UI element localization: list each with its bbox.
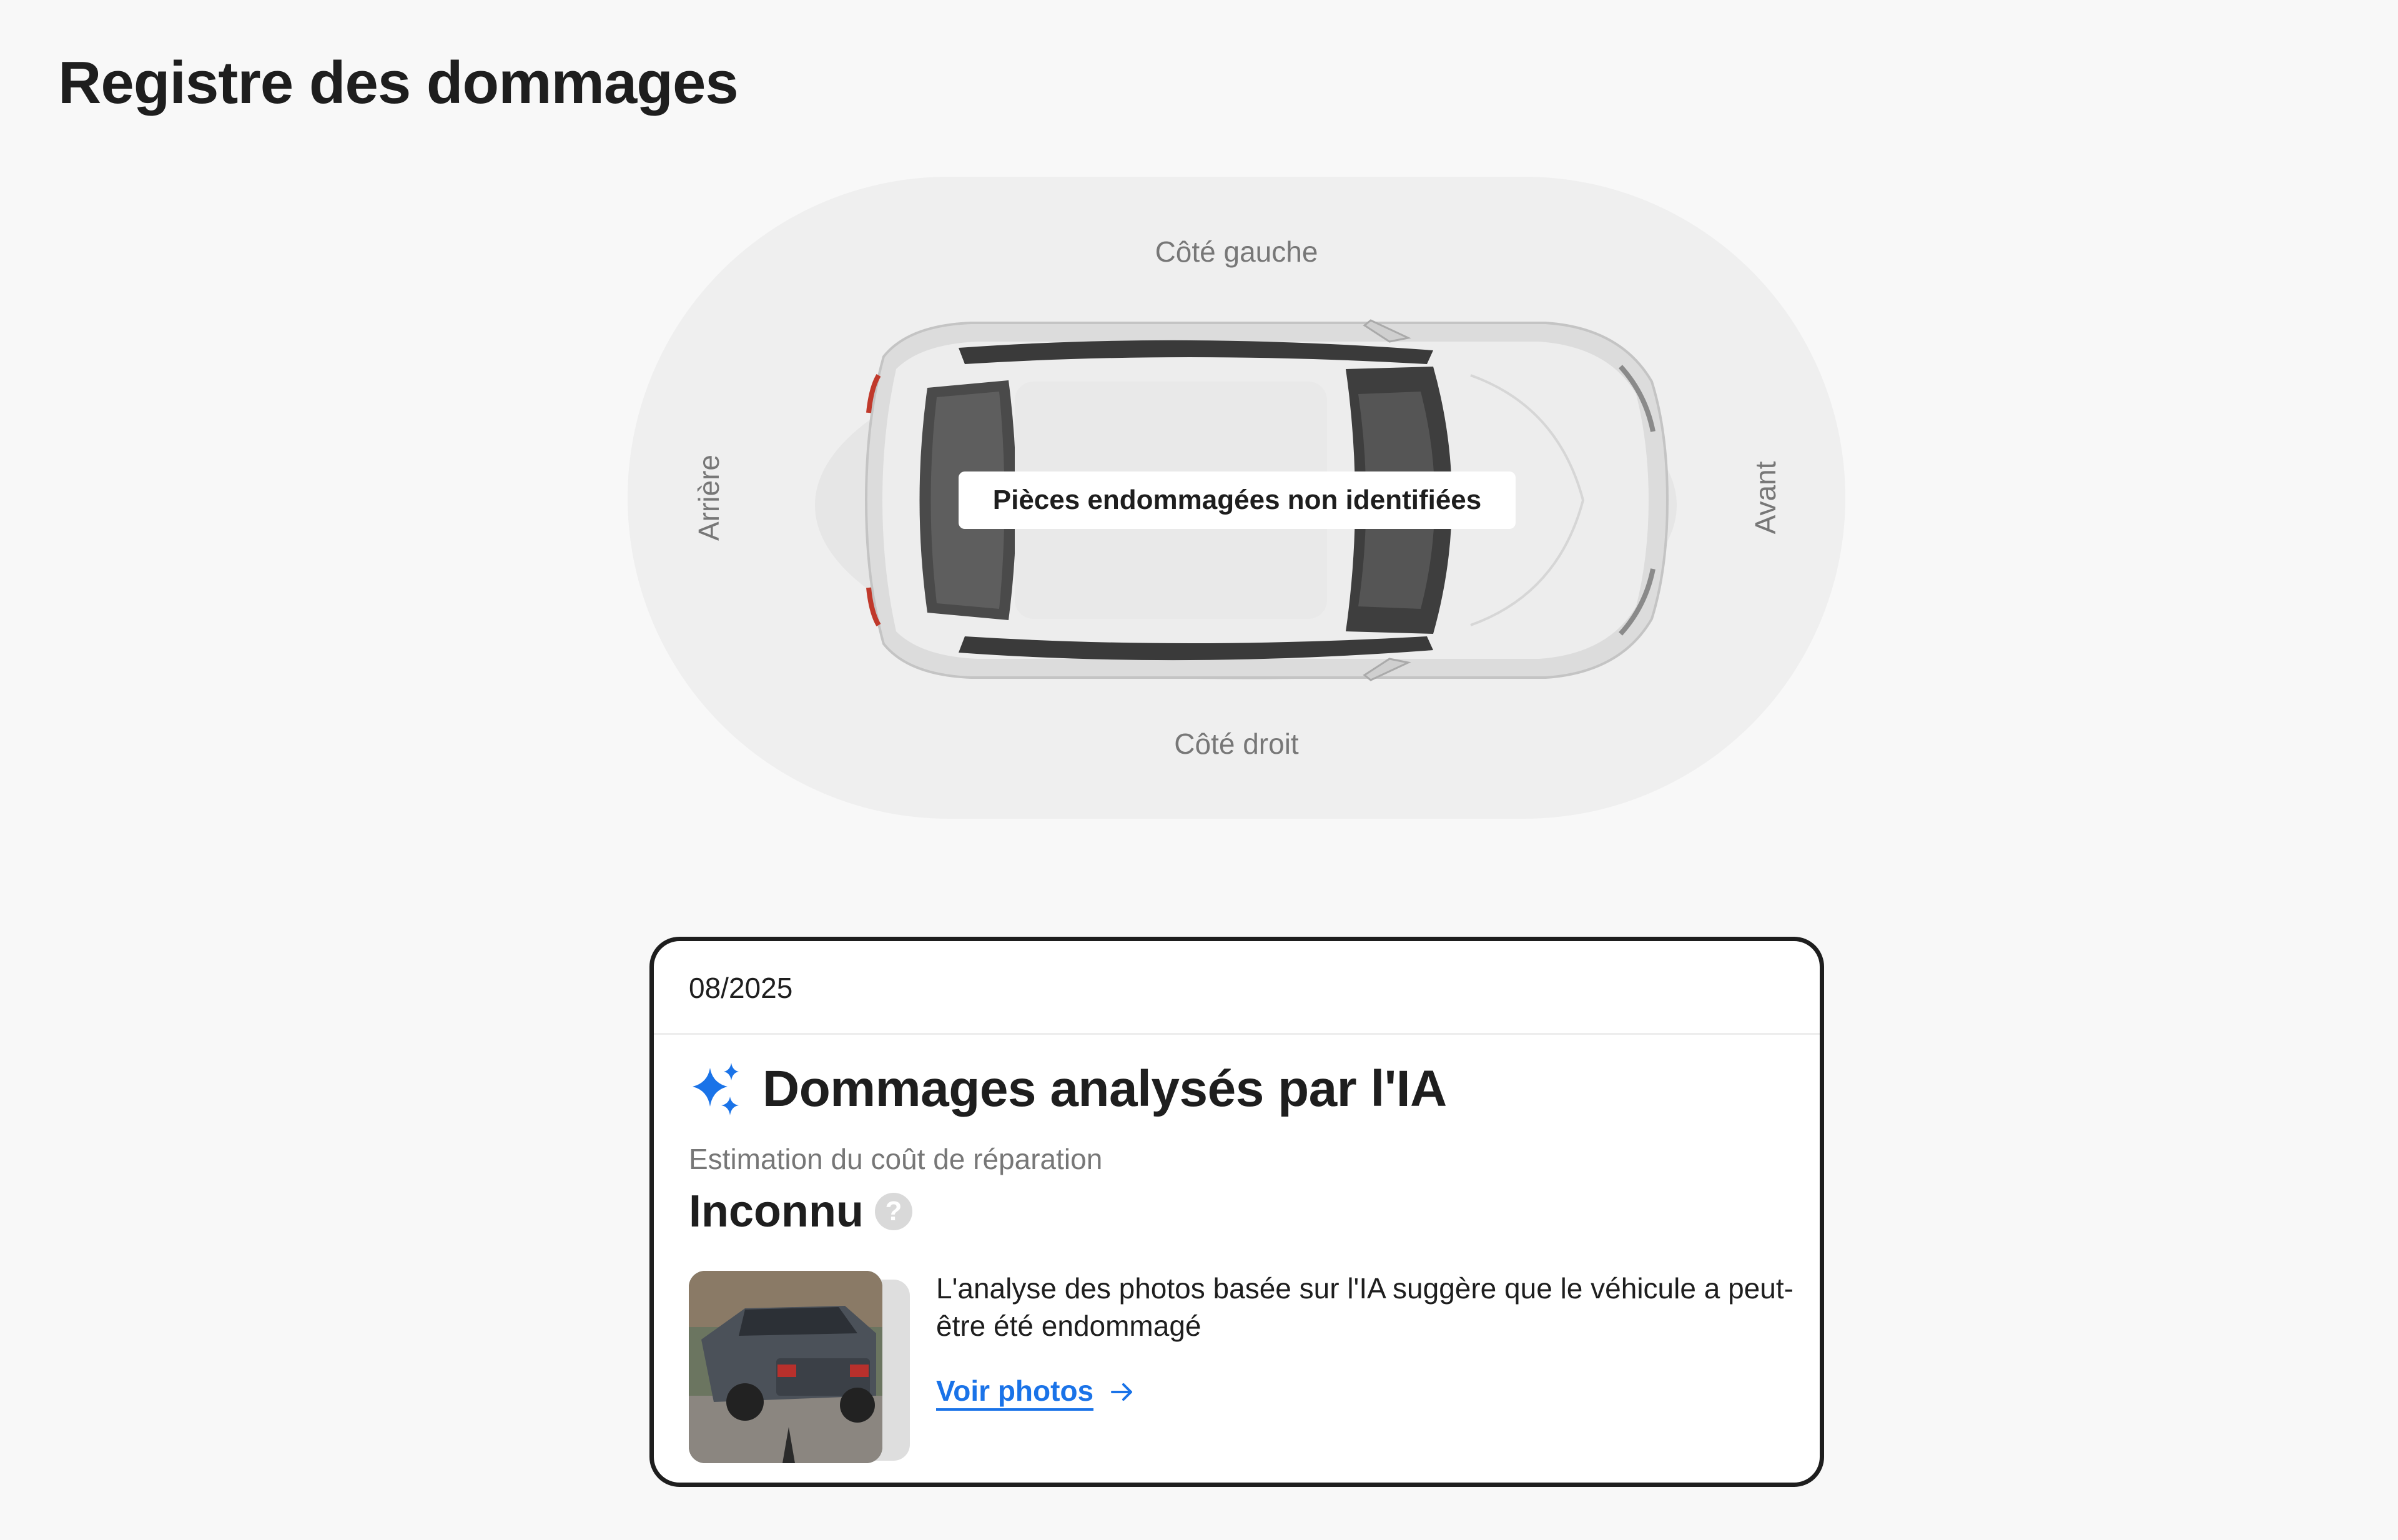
rear-label: Arrière [693,454,725,541]
vehicle-photo-thumbnail[interactable] [689,1271,882,1463]
vehicle-photo-icon [689,1271,882,1463]
estimate-label: Estimation du coût de réparation [689,1143,1103,1175]
photo-thumbnail-stack[interactable] [689,1271,920,1464]
view-photos-label[interactable]: Voir photos [936,1373,1094,1411]
vehicle-damage-diagram: Côté gauche Côté droit Arrière Avant Piè… [628,177,1845,819]
left-side-label: Côté gauche [1155,235,1318,268]
front-label: Avant [1749,461,1782,535]
damage-status-tag: Pièces endommagées non identifiées [959,471,1516,529]
page-title: Registre des dommages [58,49,739,116]
view-photos-link[interactable]: Voir photos [936,1373,1136,1411]
damage-report-card: 08/2025 Dommages analysés par l'IA Estim… [649,937,1824,1487]
estimate-value: Inconnu [689,1187,864,1236]
arrow-right-icon[interactable] [1108,1378,1136,1406]
ai-title: Dommages analysés par l'IA [762,1060,1447,1117]
ai-heading: Dommages analysés par l'IA [689,1060,1447,1118]
question-icon[interactable]: ? [874,1193,912,1230]
ai-analysis-description: L'analyse des photos basée sur l'IA sugg… [936,1272,1794,1342]
right-side-label: Côté droit [1174,728,1299,760]
report-date: 08/2025 [654,941,1820,1035]
estimate-row: Inconnu ? [689,1186,912,1237]
sparkle-icon [693,1063,739,1115]
